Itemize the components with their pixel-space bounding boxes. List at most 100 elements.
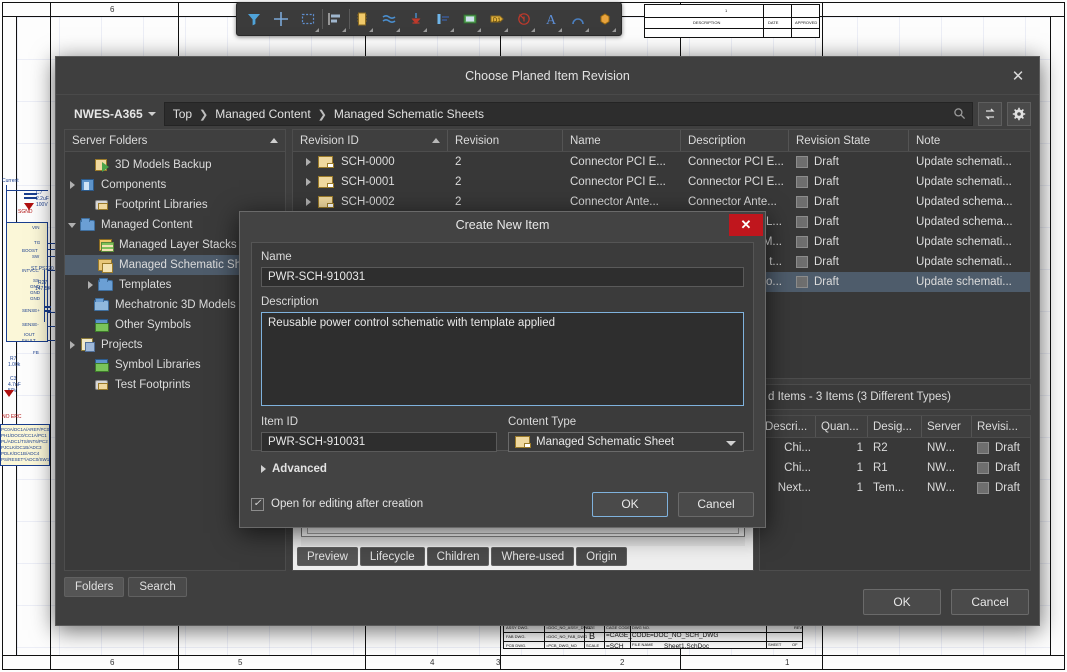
tab-preview[interactable]: Preview [297, 547, 358, 566]
place-ground-icon[interactable] [403, 5, 428, 33]
state-checkbox[interactable] [796, 236, 808, 248]
filter-icon[interactable] [241, 5, 266, 33]
state-checkbox[interactable] [977, 482, 989, 494]
place-sheet-symbol-icon[interactable] [457, 5, 482, 33]
state-checkbox[interactable] [796, 176, 808, 188]
state-checkbox[interactable] [796, 196, 808, 208]
state-checkbox[interactable] [977, 442, 989, 454]
breadcrumb-item-2[interactable]: Managed Schematic Sheets [334, 107, 484, 121]
schematic-drawing-toolbar[interactable]: D1 A [236, 2, 622, 36]
place-polygon-icon[interactable] [592, 5, 617, 33]
table-row[interactable]: SCH-0000 2 Connector PCI E... Connector … [293, 152, 1030, 172]
tree-item-label: Templates [119, 279, 172, 291]
column-header-revision-id[interactable]: Revision ID [293, 130, 448, 151]
tab-lifecycle[interactable]: Lifecycle [359, 547, 425, 566]
dialog-titlebar[interactable]: Choose Planed Item Revision ✕ [56, 57, 1039, 95]
column-header-server[interactable]: Server [922, 416, 972, 437]
row-expander-icon[interactable] [306, 198, 311, 206]
related-body[interactable]: Chi... 1 R2 NW... Draft Chi... 1 R1 NW..… [760, 438, 1030, 498]
column-header-description[interactable]: Descri... [760, 416, 816, 437]
table-row[interactable]: SCH-0002 2 Connector Ante... Connector A… [293, 192, 1030, 212]
tab-where-used[interactable]: Where-used [491, 547, 575, 566]
expander-collapsed[interactable] [83, 281, 97, 289]
row-expander-icon[interactable] [306, 158, 311, 166]
refresh-icon[interactable] [978, 102, 1002, 126]
state-checkbox[interactable] [796, 276, 808, 288]
place-text-icon[interactable]: A [538, 5, 563, 33]
cell-server: NW... [927, 462, 956, 474]
dialog-footer[interactable]: OK Cancel [863, 589, 1029, 615]
vault-selector[interactable]: NWES-A365 [64, 102, 164, 126]
item-id-field[interactable]: PWR-SCH-910031 [261, 432, 497, 452]
row-expander-icon[interactable] [306, 178, 311, 186]
column-header-description[interactable]: Description [681, 130, 789, 151]
search-icon[interactable] [953, 107, 966, 123]
advanced-toggle[interactable]: Advanced [261, 463, 744, 475]
chevron-up-icon[interactable] [270, 138, 278, 143]
expander-collapsed[interactable] [65, 181, 79, 189]
column-header-revision-state[interactable]: Revisi... [972, 416, 1030, 437]
expander-expanded[interactable] [65, 222, 79, 228]
list-item[interactable]: Next... 1 Tem... NW... Draft [760, 478, 1030, 498]
cancel-button[interactable]: Cancel [678, 491, 754, 517]
column-header-revision[interactable]: Revision [448, 130, 563, 151]
state-checkbox[interactable] [977, 462, 989, 474]
place-arc-icon[interactable] [565, 5, 590, 33]
column-label: Revision ID [300, 134, 359, 147]
cell-state: Draft [814, 276, 839, 288]
breadcrumb[interactable]: Top ❯ Managed Content ❯ Managed Schemati… [163, 102, 973, 126]
cell-note: Updated schema... [916, 196, 1013, 208]
create-dialog-titlebar[interactable]: Create New Item ✕ [240, 212, 765, 238]
create-new-item-dialog[interactable]: Create New Item ✕ Name PWR-SCH-910031 De… [239, 211, 766, 528]
checkbox-checked-icon[interactable]: ✓ [251, 497, 264, 511]
description-field[interactable]: Reusable power control schematic with te… [261, 312, 744, 406]
table-row[interactable]: SCH-0001 2 Connector PCI E... Connector … [293, 172, 1030, 192]
column-header-revision-state[interactable]: Revision State [789, 130, 909, 151]
tab-search[interactable]: Search [128, 577, 187, 597]
tab-folders[interactable]: Folders [64, 577, 125, 597]
breadcrumb-bar[interactable]: NWES-A365 Top ❯ Managed Content ❯ Manage… [64, 99, 1031, 129]
breadcrumb-item-1[interactable]: Managed Content [215, 107, 310, 121]
state-checkbox[interactable] [796, 216, 808, 228]
align-icon[interactable] [322, 5, 350, 33]
column-header-designator[interactable]: Desig... [868, 416, 922, 437]
place-no-erc-icon[interactable] [511, 5, 536, 33]
close-icon[interactable]: ✕ [729, 214, 763, 236]
place-component-icon[interactable] [349, 5, 374, 33]
list-item[interactable]: Chi... 1 R2 NW... Draft [760, 438, 1030, 458]
area-select-icon[interactable] [295, 5, 323, 33]
related-items-grid[interactable]: Descri... Quan... Desig... Server Revisi… [759, 415, 1031, 571]
cancel-button[interactable]: Cancel [951, 589, 1029, 615]
list-item[interactable]: Chi... 1 R1 NW... Draft [760, 458, 1030, 478]
related-header-row[interactable]: Descri... Quan... Desig... Server Revisi… [760, 416, 1030, 438]
tab-origin[interactable]: Origin [576, 547, 627, 566]
create-dialog-footer[interactable]: ✓ Open for editing after creation OK Can… [251, 491, 754, 517]
content-type-select[interactable]: Managed Schematic Sheet [508, 432, 744, 452]
close-icon[interactable]: ✕ [1005, 64, 1031, 88]
grid-header-row[interactable]: Revision ID Revision Name Description Re… [293, 130, 1030, 152]
folder-panel-tabs[interactable]: Folders Search [64, 577, 187, 597]
expander-collapsed[interactable] [65, 341, 79, 349]
related-items-panel[interactable]: d Items - 3 Items (3 Different Types) De… [759, 384, 1031, 571]
sidebar-item-components[interactable]: Components [65, 175, 285, 195]
open-for-editing-checkbox[interactable]: ✓ Open for editing after creation [251, 497, 423, 511]
tab-children[interactable]: Children [426, 547, 490, 566]
state-checkbox[interactable] [796, 156, 808, 168]
preview-tabs[interactable]: Preview Lifecycle Children Where-used Or… [297, 547, 627, 566]
column-header-name[interactable]: Name [563, 130, 681, 151]
gear-icon[interactable] [1007, 102, 1031, 126]
chevron-down-icon[interactable] [726, 441, 736, 446]
column-header-note[interactable]: Note [909, 130, 1030, 151]
breadcrumb-item-0[interactable]: Top [173, 107, 192, 121]
place-wire-icon[interactable] [376, 5, 401, 33]
column-header-quantity[interactable]: Quan... [816, 416, 868, 437]
place-net-label-icon[interactable]: D1 [484, 5, 509, 33]
state-checkbox[interactable] [796, 256, 808, 268]
crosshair-place-icon[interactable] [268, 5, 293, 33]
ok-button[interactable]: OK [863, 589, 941, 615]
name-field[interactable]: PWR-SCH-910031 [261, 267, 744, 287]
sidebar-item-3d-models-backup[interactable]: 3D Models Backup [65, 155, 285, 175]
create-item-form[interactable]: Name PWR-SCH-910031 Description Reusable… [251, 242, 754, 475]
place-port-icon[interactable] [430, 5, 455, 33]
ok-button[interactable]: OK [592, 491, 668, 517]
